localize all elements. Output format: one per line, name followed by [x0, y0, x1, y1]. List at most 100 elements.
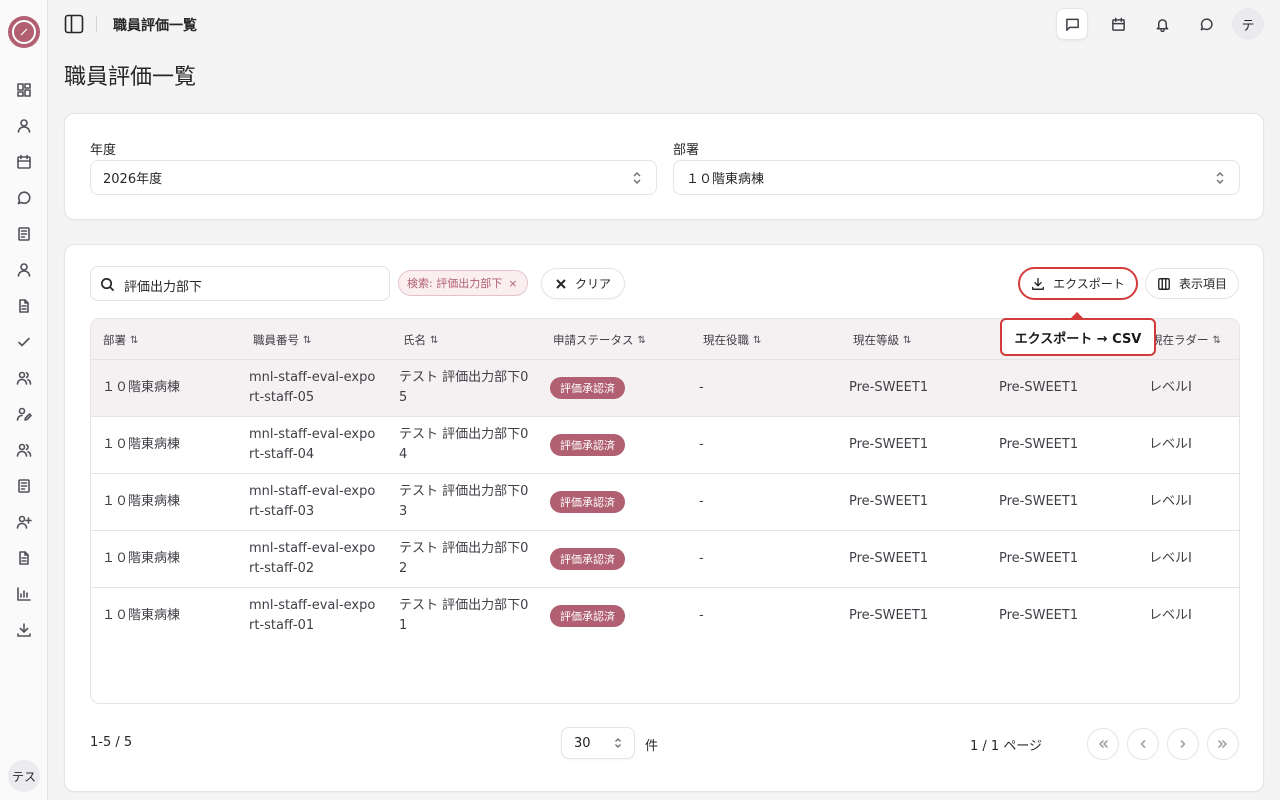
sidebar-item-dashboard[interactable]	[14, 80, 34, 100]
year-select[interactable]: 2026年度	[90, 160, 657, 195]
cell-department: １０階東病棟	[102, 494, 181, 509]
col-header-label: 部署	[103, 333, 126, 347]
cell-grade: Pre-SWEET1	[849, 551, 929, 566]
col-header-staff-number[interactable]: 職員番号 ⇅	[253, 332, 311, 348]
table-row[interactable]: １０階東病棟 mnl-staff-eval-expo rt-staff-05 テス…	[91, 360, 1239, 417]
status-badge: 評価承認済	[550, 491, 625, 513]
sidebar-user-avatar[interactable]: テス	[8, 760, 40, 792]
user-edit-icon	[16, 407, 32, 421]
chevron-right-icon	[1180, 740, 1186, 748]
sort-icon: ⇅	[430, 334, 439, 346]
clear-button[interactable]: クリア	[541, 268, 625, 299]
person-icon	[17, 263, 31, 277]
sidebar-item-notebook[interactable]	[14, 476, 34, 496]
prev-page-button[interactable]	[1127, 728, 1159, 760]
chevron-left-icon	[1140, 740, 1146, 748]
close-icon	[556, 278, 566, 289]
user-avatar[interactable]: テ	[1232, 8, 1264, 40]
col-header-name[interactable]: 氏名 ⇅	[403, 332, 438, 348]
col-header-ladder[interactable]: 現在ラダー ⇅	[1151, 332, 1221, 348]
sidebar-item-chat[interactable]	[14, 188, 34, 208]
col-header-role[interactable]: 現在役職 ⇅	[703, 332, 761, 348]
calendar-icon	[17, 154, 31, 169]
cell-text: mnl-staff-eval-expo	[249, 598, 376, 613]
sidebar-item-chart[interactable]	[14, 584, 34, 604]
cell-name: テスト 評価出力部下0 3	[399, 482, 528, 522]
book-icon	[18, 227, 30, 241]
cell-grade: Pre-SWEET1	[849, 608, 929, 623]
last-page-button[interactable]	[1207, 728, 1239, 760]
table-row[interactable]: １０階東病棟 mnl-staff-eval-expo rt-staff-04 テス…	[91, 417, 1239, 474]
sidebar-item-book[interactable]	[14, 224, 34, 244]
feedback-button[interactable]	[1056, 8, 1088, 40]
columns-button-label: 表示項目	[1178, 277, 1227, 291]
sidebar-item-document[interactable]	[14, 296, 34, 316]
cell-name: テスト 評価出力部下0 1	[399, 596, 528, 636]
search-input-value: 評価出力部下	[124, 280, 203, 295]
table-row[interactable]: １０階東病棟 mnl-staff-eval-expo rt-staff-01 テス…	[91, 588, 1239, 645]
search-filter-chip-label: 検索: 評価出力部下	[407, 277, 503, 290]
sidebar-item-user[interactable]	[14, 116, 34, 136]
first-page-button[interactable]	[1087, 728, 1119, 760]
col-header-status[interactable]: 申請ステータス ⇅	[553, 332, 646, 348]
chip-close-icon[interactable]: ×	[508, 277, 517, 290]
per-page-unit: 件	[645, 739, 659, 754]
page-info: 1 / 1 ページ	[970, 739, 1043, 754]
table-row[interactable]: １０階東病棟 mnl-staff-eval-expo rt-staff-03 テス…	[91, 474, 1239, 531]
users-icon	[16, 371, 32, 385]
sidebar-toggle-button[interactable]	[64, 14, 84, 34]
calendar-button[interactable]	[1102, 8, 1134, 40]
cell-role: -	[699, 494, 704, 509]
cell-grade-secondary: Pre-SWEET1	[999, 437, 1079, 452]
status-badge: 評価承認済	[550, 377, 625, 399]
sidebar-item-team[interactable]	[14, 440, 34, 460]
file-icon	[19, 551, 29, 565]
year-select-value: 2026年度	[103, 172, 163, 187]
cell-text: mnl-staff-eval-expo	[249, 484, 376, 499]
download-icon	[1032, 277, 1045, 290]
cell-text: rt-staff-03	[249, 504, 315, 519]
sidebar-item-check[interactable]	[14, 332, 34, 352]
sidebar-item-file[interactable]	[14, 548, 34, 568]
cell-grade: Pre-SWEET1	[849, 380, 929, 395]
sort-icon: ⇅	[903, 334, 912, 346]
next-page-button[interactable]	[1167, 728, 1199, 760]
sidebar-item-download[interactable]	[14, 620, 34, 640]
search-input[interactable]: 評価出力部下	[90, 266, 390, 301]
cell-grade: Pre-SWEET1	[849, 437, 929, 452]
cell-text: mnl-staff-eval-expo	[249, 427, 376, 442]
sidebar-item-users[interactable]	[14, 368, 34, 388]
per-page-select[interactable]: 30	[561, 727, 635, 759]
sidebar-item-user-edit[interactable]	[14, 404, 34, 424]
chevron-up-down-icon	[632, 171, 642, 185]
message-square-icon	[1065, 18, 1079, 31]
calendar-icon	[1111, 17, 1125, 31]
panel-left-icon	[64, 14, 84, 34]
col-header-label: 現在等級	[853, 333, 899, 347]
sort-icon: ⇅	[303, 334, 312, 346]
col-header-grade[interactable]: 現在等級 ⇅	[853, 332, 911, 348]
sidebar-item-user-plus[interactable]	[14, 512, 34, 532]
cell-text: 1	[399, 618, 408, 633]
notifications-button[interactable]	[1146, 8, 1178, 40]
chat-button[interactable]	[1190, 8, 1222, 40]
cell-grade-secondary: Pre-SWEET1	[999, 551, 1079, 566]
app-logo[interactable]	[8, 16, 40, 48]
col-header-department[interactable]: 部署 ⇅	[103, 332, 138, 348]
export-button[interactable]: エクスポート	[1018, 267, 1138, 300]
department-select[interactable]: １０階東病棟	[673, 160, 1240, 195]
export-tooltip: エクスポート → CSV	[1000, 312, 1156, 356]
cell-grade-secondary: Pre-SWEET1	[999, 380, 1079, 395]
sidebar-item-person[interactable]	[14, 260, 34, 280]
cell-grade-secondary: Pre-SWEET1	[999, 608, 1079, 623]
cell-grade-secondary: Pre-SWEET1	[999, 494, 1079, 509]
download-icon	[17, 623, 31, 637]
sidebar-item-calendar[interactable]	[14, 152, 34, 172]
table-row[interactable]: １０階東病棟 mnl-staff-eval-expo rt-staff-02 テス…	[91, 531, 1239, 588]
columns-button[interactable]: 表示項目	[1145, 268, 1239, 299]
cell-role: -	[699, 608, 704, 623]
cell-grade: Pre-SWEET1	[849, 494, 929, 509]
status-badge: 評価承認済	[550, 434, 625, 456]
cell-ladder: レベルI	[1149, 608, 1192, 623]
results-card: 評価出力部下 検索: 評価出力部下 × クリア エクスポート 表示項目 部署 ⇅ …	[64, 244, 1264, 792]
